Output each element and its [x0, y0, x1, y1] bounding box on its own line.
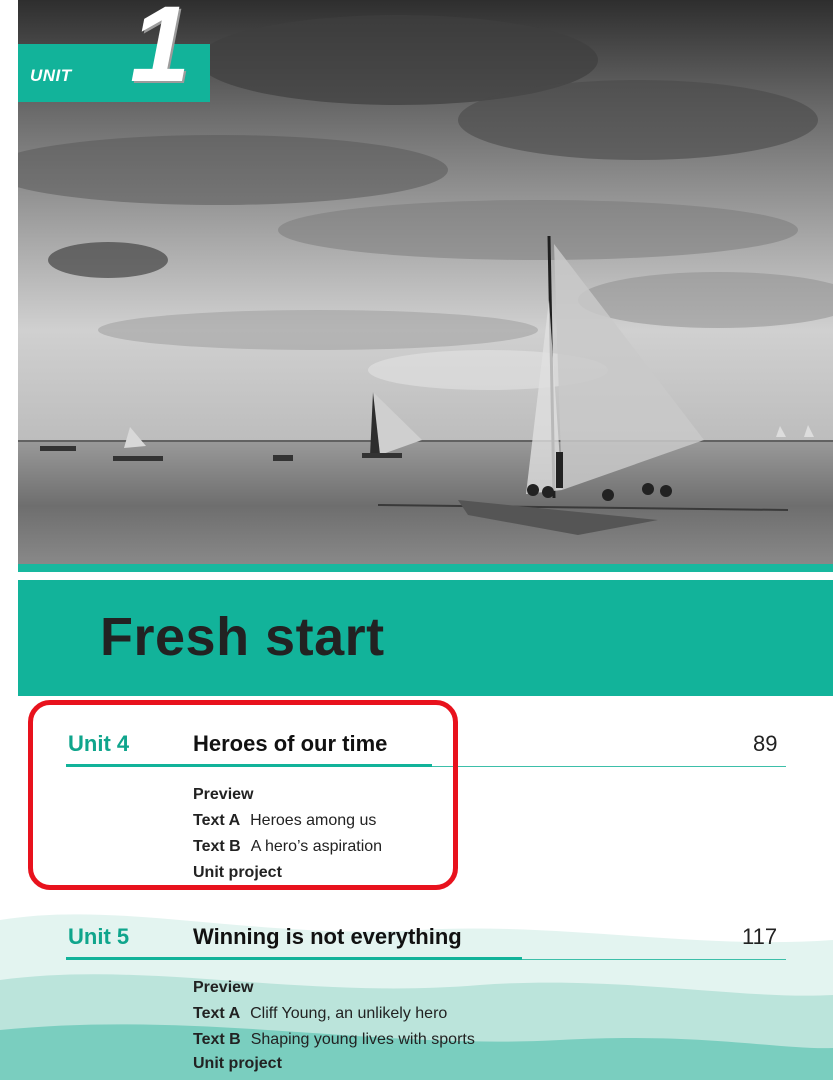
unit-number: 1	[130, 0, 191, 104]
highlight-box	[28, 700, 458, 890]
unit-cover-page: UNIT 1 Fresh start Unit 4 Heroes of our …	[0, 0, 833, 1080]
unit-5-text-b: Text B Shaping young lives with sports	[193, 1031, 475, 1049]
text-a-title: Cliff Young, an unlikely hero	[250, 1005, 448, 1022]
text-b-label: Text B	[193, 1031, 241, 1048]
unit-5-rule-accent	[66, 957, 522, 960]
unit-5-title[interactable]: Winning is not everything	[193, 924, 462, 950]
unit-4-page-number: 89	[753, 731, 778, 756]
unit-5-text-a: Text A Cliff Young, an unlikely hero	[193, 1005, 447, 1023]
unit-5-label: Unit 5	[68, 924, 130, 949]
unit-word: UNIT	[30, 66, 72, 85]
divider-stripe	[18, 564, 833, 572]
unit-5-page-number: 117	[742, 924, 778, 949]
page-title: Fresh start	[100, 607, 385, 667]
text-b-title: Shaping young lives with sports	[250, 1031, 475, 1048]
unit-5-preview: Preview	[193, 979, 254, 996]
text-a-label: Text A	[193, 1005, 241, 1022]
unit-5-project: Unit project	[193, 1055, 282, 1072]
